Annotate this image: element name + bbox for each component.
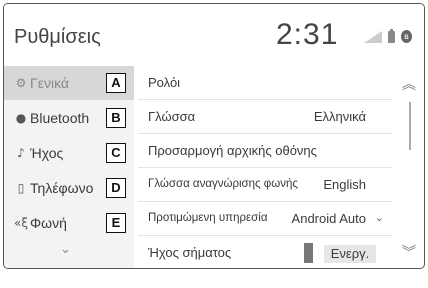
toggle-indicator — [304, 243, 313, 263]
callout-letter: C — [106, 143, 126, 163]
sidebar-item-bluetooth[interactable]: ● Bluetooth B — [4, 101, 134, 135]
clock: 2:31 — [276, 18, 339, 51]
setting-row-beep[interactable]: Ήχος σήματος Ενεργ. — [138, 236, 392, 268]
callout-letter: B — [106, 108, 126, 128]
setting-label: Γλώσσα αναγνώρισης φωνής — [148, 178, 298, 190]
scrollbar[interactable]: ︽ ︾ — [396, 66, 424, 268]
chevron-down-icon[interactable]: ⌄ — [375, 211, 384, 224]
setting-row-clock[interactable]: Ρολόι — [138, 66, 392, 100]
callout-letter: E — [106, 213, 126, 233]
battery-icon — [388, 28, 395, 43]
callout-letter: D — [106, 178, 126, 198]
screen-frame: Ρυθμίσεις 2:31 ʙ ⚙ Γενικά A ● Bluetooth … — [3, 3, 425, 269]
gear-icon: ⚙ — [15, 76, 27, 90]
sidebar-item-label: Bluetooth — [30, 110, 90, 126]
setting-label: Γλώσσα — [148, 109, 196, 124]
setting-value: English — [323, 177, 366, 192]
phone-icon: ▯ — [17, 181, 25, 195]
toggle-label: Ενεργ. — [324, 245, 376, 263]
bluetooth-status-icon: ʙ — [401, 30, 412, 43]
bluetooth-icon: ● — [15, 111, 27, 125]
scroll-thumb[interactable] — [409, 102, 411, 150]
scroll-up-icon[interactable]: ︽ — [402, 74, 416, 94]
setting-label: Ήχος σήματος — [148, 245, 232, 260]
setting-label: Προτιμώμενη υπηρεσία — [148, 212, 268, 224]
sidebar: ⚙ Γενικά A ● Bluetooth B ♪ Ήχος C ▯ Τηλέ… — [4, 66, 134, 268]
sidebar-item-label: Τηλέφωνο — [30, 180, 94, 196]
sidebar-item-general[interactable]: ⚙ Γενικά A — [4, 66, 134, 100]
music-note-icon: ♪ — [17, 146, 25, 160]
setting-label: Προσαρμογή αρχικής οθόνης — [148, 143, 317, 158]
setting-row-preferred-service[interactable]: Προτιμώμενη υπηρεσία Android Auto ⌄ — [138, 202, 392, 236]
callout-letter: A — [106, 73, 126, 93]
setting-label: Ρολόι — [148, 75, 181, 90]
sidebar-item-label: Γενικά — [30, 75, 69, 91]
sidebar-item-voice[interactable]: «ξ Φωνή E — [4, 206, 134, 240]
sidebar-item-sound[interactable]: ♪ Ήχος C — [4, 136, 134, 170]
sidebar-item-label: Φωνή — [30, 215, 67, 231]
settings-list: Ρολόι Γλώσσα Ελληνικά Προσαρμογή αρχικής… — [138, 66, 392, 268]
header-bar: Ρυθμίσεις 2:31 ʙ — [4, 4, 424, 64]
signal-icon — [364, 30, 382, 43]
setting-row-language[interactable]: Γλώσσα Ελληνικά — [138, 100, 392, 134]
page-title: Ρυθμίσεις — [14, 26, 101, 48]
setting-row-home-screen[interactable]: Προσαρμογή αρχικής οθόνης — [138, 134, 392, 168]
scroll-down-icon[interactable]: ︾ — [402, 242, 416, 262]
sidebar-item-phone[interactable]: ▯ Τηλέφωνο D — [4, 171, 134, 205]
setting-row-voice-language[interactable]: Γλώσσα αναγνώρισης φωνής English — [138, 168, 392, 202]
chevron-down-icon[interactable]: ⌄ — [60, 242, 71, 257]
sidebar-item-label: Ήχος — [30, 145, 64, 161]
voice-icon: «ξ — [14, 216, 29, 230]
setting-value: Android Auto — [291, 211, 366, 226]
status-icons: ʙ — [364, 28, 412, 43]
setting-value: Ελληνικά — [313, 109, 366, 124]
beep-toggle[interactable]: Ενεργ. — [304, 243, 376, 263]
